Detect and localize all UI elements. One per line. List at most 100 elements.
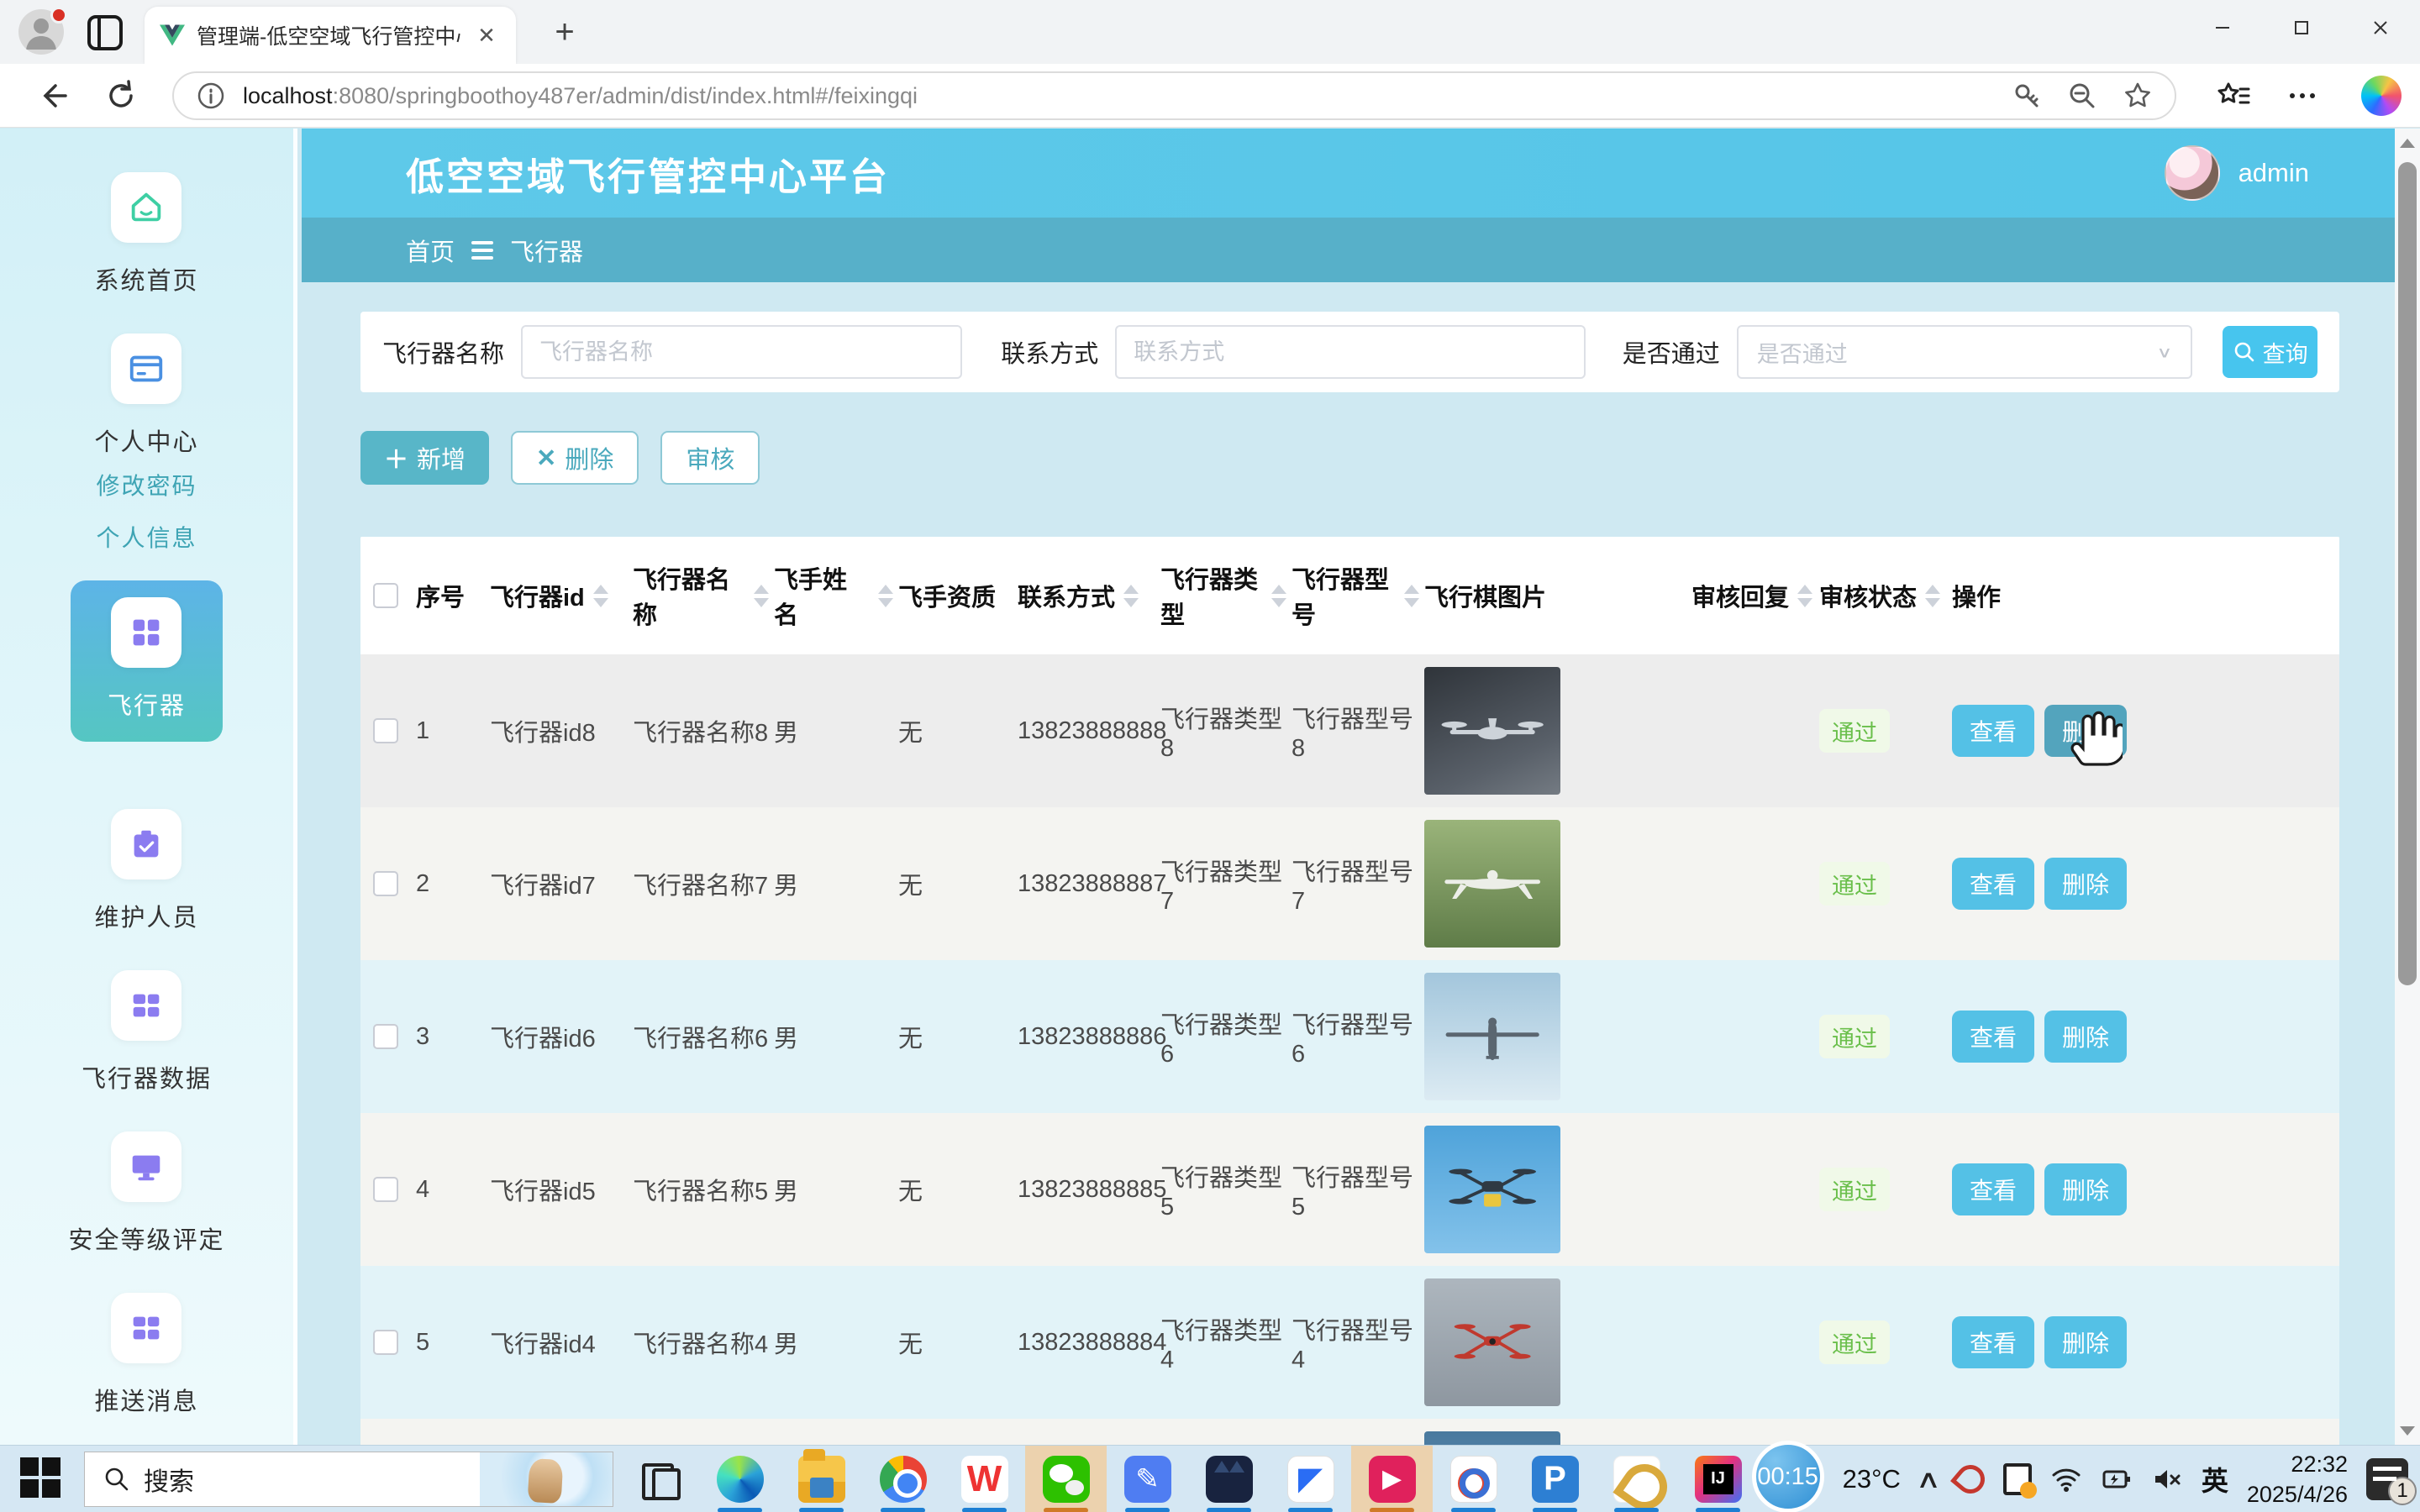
taskbar-app-docs[interactable]: ◤ [1270,1446,1351,1512]
pass-select[interactable]: 是否通过 ∨ [1737,325,2193,379]
sidebar-item-home[interactable]: 系统首页 [94,172,198,297]
battery-icon[interactable] [2101,1463,2133,1495]
cell-index: 5 [416,1329,490,1357]
row-checkbox[interactable] [373,1177,398,1202]
contact-input[interactable] [1115,325,1586,379]
sidebar-link-personal-info[interactable]: 个人信息 [96,520,197,554]
select-all-checkbox[interactable] [373,583,398,608]
aircraft-name-input[interactable] [521,325,962,379]
sidebar-item-aircraft-data[interactable]: 飞行器数据 [82,970,212,1095]
view-button[interactable]: 查看 [1952,1011,2034,1063]
col-aircraft-type[interactable]: 飞行器类型 [1160,560,1292,631]
cell-reply [1691,884,1819,885]
maximize-button[interactable] [2262,0,2341,55]
volume-muted-icon[interactable] [2151,1463,2183,1495]
col-aircraft-model[interactable]: 飞行器型号 [1292,560,1424,631]
taskbar-search[interactable]: 搜索 [84,1452,613,1507]
row-checkbox[interactable] [373,1330,398,1355]
clock-date[interactable]: 22:32 2025/4/26 [2247,1449,2348,1509]
row-checkbox[interactable] [373,718,398,743]
breadcrumb-home[interactable]: 首页 [406,233,455,268]
wps-icon: W [961,1456,1008,1503]
taskbar-app-github[interactable] [1188,1446,1270,1512]
task-view-icon[interactable] [639,1460,677,1499]
back-icon[interactable] [34,77,71,114]
add-button[interactable]: ＋新增 [360,431,489,485]
delete-button[interactable]: 删除 [2044,1011,2127,1063]
reload-icon[interactable] [103,77,139,114]
search-highlight-image[interactable] [480,1452,613,1506]
sidebar-item-maintenance-staff[interactable]: 维护人员 [94,809,198,933]
sidebar-link-change-password[interactable]: 修改密码 [96,468,197,501]
taskbar-app-intellij[interactable] [1677,1446,1759,1512]
breadcrumb: 首页 飞行器 [302,218,2395,282]
temperature[interactable]: 23°C [1843,1464,1901,1494]
cell-pilot: 男 [774,713,898,748]
address-bar[interactable]: localhost:8080/springboothoy487er/admin/… [172,71,2176,120]
cell-type: 飞行器类型8 [1160,700,1292,763]
taskbar-app-p[interactable]: P [1514,1446,1596,1512]
taskbar-app-explorer[interactable] [781,1446,862,1512]
col-review-reply[interactable]: 审核回复 [1691,578,1819,613]
wifi-icon[interactable] [2050,1463,2082,1495]
clock-widget[interactable]: 00:15 [1752,1441,1824,1512]
new-tab-button[interactable]: + [546,15,583,49]
taskbar-app-video[interactable]: ▶ [1351,1446,1433,1512]
sidebar-item-aircraft[interactable]: 飞行器 [71,580,223,742]
delete-button[interactable]: 删除 [2044,858,2127,910]
tray-app-icon[interactable] [1950,1459,1991,1499]
more-options-icon[interactable] [2284,77,2321,114]
col-pilot-name[interactable]: 飞手姓名 [774,560,898,631]
view-button[interactable]: 查看 [1952,705,2034,757]
col-review-status[interactable]: 审核状态 [1819,578,1952,613]
notification-center-icon[interactable]: 1 [2366,1458,2408,1500]
minimize-button[interactable] [2183,0,2262,55]
browser-tab[interactable]: 管理端-低空空域飞行管控中心平台 ✕ [145,7,516,64]
delete-selected-button[interactable]: ✕删除 [511,431,639,485]
delete-button[interactable]: 删除 [2044,1316,2127,1368]
taskbar-app-chrome[interactable] [862,1446,944,1512]
col-contact[interactable]: 联系方式 [1018,578,1160,613]
cell-pilot: 男 [774,1172,898,1207]
row-checkbox[interactable] [373,871,398,896]
taskbar-app-wps[interactable]: W [944,1446,1025,1512]
password-key-icon[interactable] [2010,79,2044,113]
sort-icons[interactable] [593,585,608,607]
taskbar-app-wechat[interactable] [1025,1446,1107,1512]
copilot-icon[interactable] [2361,76,2402,116]
col-aircraft-id[interactable]: 飞行器id [490,578,633,613]
scroll-up-icon[interactable] [2395,129,2420,157]
taskbar-app-notes[interactable]: ✎ [1107,1446,1188,1512]
sidebar-item-security-rating[interactable]: 安全等级评定 [68,1131,224,1256]
view-button[interactable]: 查看 [1952,858,2034,910]
row-checkbox[interactable] [373,1024,398,1049]
tab-close-icon[interactable]: ✕ [472,23,501,49]
taskbar-app-navicat[interactable] [1596,1446,1677,1512]
sidebar-item-personal-center[interactable]: 个人中心 [94,333,198,458]
cell-aircraft-id: 飞行器id4 [490,1325,633,1360]
site-info-icon[interactable] [194,79,228,113]
delete-button[interactable]: 删除 [2044,1163,2127,1215]
close-button[interactable] [2341,0,2420,55]
scrollbar[interactable] [2395,129,2420,1445]
view-button[interactable]: 查看 [1952,1316,2034,1368]
tray-doc-icon[interactable] [2003,1463,2032,1495]
ime-indicator[interactable]: 英 [2202,1460,2228,1499]
start-button-icon[interactable] [20,1457,64,1501]
scrollbar-thumb[interactable] [2398,162,2417,985]
sidebar-item-push-messages[interactable]: 推送消息 [94,1293,198,1417]
review-button[interactable]: 审核 [660,431,760,485]
zoom-out-icon[interactable] [2065,79,2099,113]
user-box[interactable]: admin [2165,145,2309,201]
view-button[interactable]: 查看 [1952,1163,2034,1215]
query-button[interactable]: 查询 [2223,326,2317,378]
workspaces-icon[interactable] [87,15,123,50]
taskbar-app-rings[interactable] [1433,1446,1514,1512]
col-aircraft-name[interactable]: 飞行器名称 [633,560,774,631]
scroll-down-icon[interactable] [2395,1416,2420,1445]
favorites-bar-icon[interactable] [2215,77,2252,114]
cell-model: 飞行器型号5 [1292,1158,1424,1221]
favorite-star-icon[interactable] [2121,79,2154,113]
taskbar-app-edge[interactable] [699,1446,781,1512]
tray-expand-icon[interactable]: ∧ [1915,1465,1941,1494]
